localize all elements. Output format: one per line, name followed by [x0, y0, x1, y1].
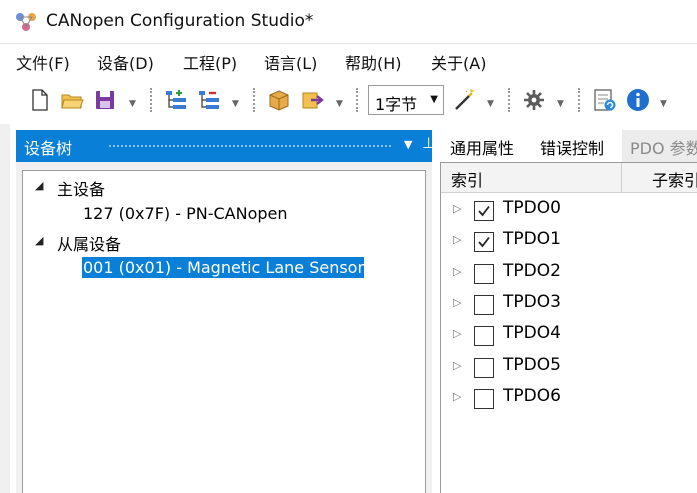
- device-tree[interactable]: ◢ 主设备 127 (0x7F) - PN-CANopen ◢ 从属设备 001…: [22, 170, 426, 493]
- column-header-index[interactable]: 索引: [451, 167, 483, 191]
- tab-general[interactable]: 通用属性: [450, 130, 538, 162]
- panel-menu-icon[interactable]: ▼: [404, 138, 412, 151]
- pin-icon[interactable]: ⊥: [422, 134, 435, 152]
- settings-icon[interactable]: [522, 88, 546, 112]
- byte-size-select[interactable]: 1字节 ▼: [368, 85, 444, 115]
- pdo-checkbox[interactable]: [474, 294, 494, 315]
- checkmark-icon: [478, 205, 490, 217]
- app-logo-icon: [16, 13, 36, 31]
- pdo-label: TPDO1: [503, 229, 561, 250]
- package-icon[interactable]: [267, 88, 291, 112]
- chevron-down-icon[interactable]: ▼: [129, 99, 136, 109]
- save-icon[interactable]: [93, 88, 117, 112]
- panel-title: 设备树: [24, 139, 73, 158]
- pdo-checkbox[interactable]: [474, 201, 494, 221]
- expand-icon[interactable]: ▷: [453, 327, 461, 340]
- pdo-label: TPDO0: [503, 198, 561, 218]
- table-row[interactable]: ▷ TPDO2: [441, 258, 697, 289]
- toolbar: ▼ ▼ ▼ ▼ ▼ ▼: [0, 78, 697, 124]
- property-tabs: 通用属性 错误控制 PDO 参数: [440, 130, 697, 162]
- magic-wand-icon[interactable]: [452, 88, 476, 112]
- expand-icon[interactable]: ▷: [453, 265, 461, 278]
- checkmark-icon: [478, 237, 490, 248]
- tree-node-master-device[interactable]: 127 (0x7F) - PN-CANopen: [83, 204, 288, 223]
- chevron-down-icon[interactable]: ▼: [232, 99, 239, 109]
- pdo-label: TPDO6: [503, 385, 561, 406]
- expand-icon[interactable]: ▷: [453, 202, 461, 215]
- new-file-icon[interactable]: [28, 88, 52, 112]
- collapse-icon[interactable]: ◢: [35, 234, 43, 247]
- table-row[interactable]: ▷ TPDO4: [441, 320, 697, 351]
- window-title: CANopen Configuration Studio*: [46, 11, 314, 31]
- tab-pdo[interactable]: PDO 参数: [622, 130, 697, 162]
- export-icon[interactable]: [301, 88, 325, 112]
- byte-size-value: 1字节: [375, 95, 418, 114]
- menu-device[interactable]: 设备(D): [97, 50, 154, 74]
- column-header-subindex[interactable]: 子索引: [652, 167, 697, 191]
- pdo-checkbox[interactable]: [474, 263, 494, 284]
- left-edge-strip: [0, 124, 10, 493]
- update-icon[interactable]: [593, 88, 617, 112]
- expand-icon[interactable]: ▷: [453, 359, 461, 372]
- table-row[interactable]: ▷ TPDO0: [441, 195, 697, 226]
- pdo-checkbox[interactable]: [474, 232, 494, 253]
- chevron-down-icon[interactable]: ▼: [336, 99, 343, 109]
- chevron-down-icon[interactable]: ▼: [430, 94, 438, 105]
- tab-error-control[interactable]: 错误控制: [540, 130, 626, 162]
- info-icon[interactable]: [626, 88, 650, 112]
- tree-node-slave-device[interactable]: 001 (0x01) - Magnetic Lane Sensor: [82, 257, 365, 278]
- add-node-icon[interactable]: [164, 88, 188, 112]
- menu-project[interactable]: 工程(P): [183, 50, 237, 74]
- pdo-checkbox[interactable]: [474, 388, 494, 409]
- chevron-down-icon[interactable]: ▼: [660, 99, 667, 109]
- table-row[interactable]: ▷ TPDO5: [441, 352, 697, 383]
- collapse-icon[interactable]: ◢: [35, 179, 43, 192]
- menu-file[interactable]: 文件(F): [16, 50, 70, 74]
- table-row[interactable]: ▷ TPDO1: [441, 226, 697, 257]
- expand-icon[interactable]: ▷: [453, 296, 461, 309]
- title-bar: CANopen Configuration Studio*: [0, 0, 697, 44]
- expand-icon[interactable]: ▷: [453, 233, 461, 246]
- menu-about[interactable]: 关于(A): [431, 50, 486, 74]
- expand-icon[interactable]: ▷: [453, 390, 461, 403]
- toolbar-separator: [578, 88, 580, 112]
- toolbar-separator: [508, 88, 510, 112]
- chevron-down-icon[interactable]: ▼: [487, 99, 494, 109]
- open-folder-icon[interactable]: [60, 88, 84, 112]
- pdo-checkbox[interactable]: [474, 326, 494, 347]
- remove-node-icon[interactable]: [197, 88, 221, 112]
- toolbar-separator: [150, 88, 152, 112]
- column-divider[interactable]: [621, 163, 622, 193]
- pdo-grid: 索引 子索引 ▷ TPDO0 ▷ TPDO1 ▷ TPDO2 ▷ TPDO3 ▷ TPDO4 ▷ TP…: [440, 162, 697, 493]
- device-tree-panel-header: 设备树 ▼ ⊥: [16, 130, 435, 162]
- grid-header: 索引 子索引: [441, 163, 697, 193]
- menu-help[interactable]: 帮助(H): [345, 50, 402, 74]
- tree-node-master[interactable]: 主设备: [57, 176, 105, 200]
- pdo-label: TPDO5: [503, 354, 561, 375]
- table-row[interactable]: ▷ TPDO6: [441, 383, 697, 414]
- pdo-label: TPDO2: [503, 260, 561, 281]
- chevron-down-icon[interactable]: ▼: [557, 99, 564, 109]
- tree-node-slaves[interactable]: 从属设备: [57, 231, 121, 255]
- menu-bar: 文件(F) 设备(D) 工程(P) 语言(L) 帮助(H) 关于(A): [0, 44, 697, 78]
- pdo-label: TPDO3: [503, 291, 561, 312]
- menu-language[interactable]: 语言(L): [264, 50, 317, 74]
- toolbar-separator: [253, 88, 255, 112]
- panel-grip[interactable]: [108, 144, 393, 149]
- pdo-checkbox[interactable]: [474, 357, 494, 378]
- table-row[interactable]: ▷ TPDO3: [441, 289, 697, 320]
- toolbar-separator: [356, 88, 358, 112]
- pdo-label: TPDO4: [503, 323, 561, 344]
